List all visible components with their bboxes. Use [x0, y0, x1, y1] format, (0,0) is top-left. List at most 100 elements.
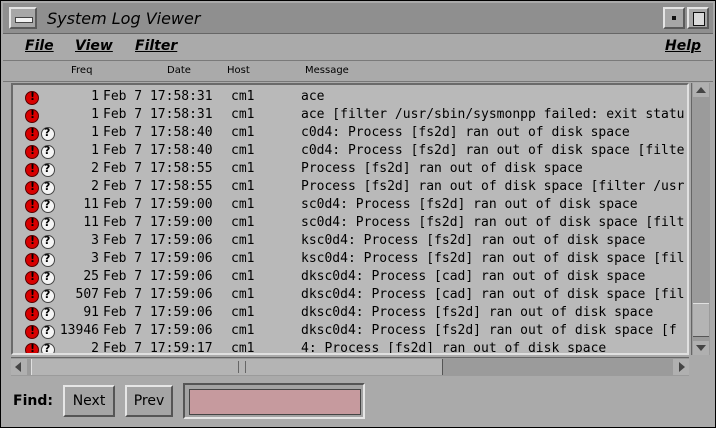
log-date: Feb 7 17:58:55	[103, 179, 213, 194]
question-icon	[41, 126, 55, 141]
error-icon	[25, 306, 39, 321]
log-host: cm1	[231, 197, 255, 212]
log-date: Feb 7 17:59:00	[103, 197, 213, 212]
log-row[interactable]: 1 Feb 7 17:58:40 cm1 c0d4: Process [fs2d] r…	[13, 125, 687, 143]
log-row[interactable]: 1 Feb 7 17:58:31 cm1 ace [filter /usr/sbin/…	[13, 107, 687, 125]
maximize-button[interactable]	[687, 7, 709, 29]
log-row[interactable]: 1 Feb 7 17:58:31 cm1 ace	[13, 89, 687, 107]
log-host: cm1	[231, 89, 255, 104]
find-label: Find:	[13, 393, 53, 409]
log-message: Process [fs2d] ran out of disk space [fi…	[301, 179, 685, 194]
log-row[interactable]: 25 Feb 7 17:59:06 cm1 dksc0d4: Process [cad…	[13, 269, 687, 287]
question-icon	[41, 180, 55, 195]
question-icon	[41, 306, 55, 321]
error-icon	[25, 324, 39, 339]
log-row[interactable]: 2 Feb 7 17:58:55 cm1 Process [fs2d] ran out…	[13, 179, 687, 197]
vertical-scroll-thumb[interactable]	[693, 303, 709, 337]
log-message: sc0d4: Process [fs2d] ran out of disk sp…	[301, 215, 685, 230]
log-date: Feb 7 17:59:06	[103, 287, 213, 302]
log-row[interactable]: 11 Feb 7 17:59:00 cm1 sc0d4: Process [fs2d]…	[13, 215, 687, 233]
question-icon	[41, 252, 55, 267]
system-log-viewer-window: System Log Viewer File View Filter Help …	[0, 0, 716, 428]
column-header-message: Message	[305, 65, 349, 76]
log-host: cm1	[231, 341, 255, 355]
window-menu-button[interactable]	[9, 7, 37, 29]
log-row[interactable]: 11 Feb 7 17:59:00 cm1 sc0d4: Process [fs2d]…	[13, 197, 687, 215]
log-freq: 1	[91, 89, 99, 104]
window-menu-icon	[15, 17, 33, 23]
scroll-grip-icon	[238, 361, 246, 373]
question-icon	[41, 324, 55, 339]
window-title: System Log Viewer	[47, 9, 201, 28]
log-row[interactable]: 507 Feb 7 17:59:06 cm1 dksc0d4: Process [ca…	[13, 287, 687, 305]
horizontal-scrollbar[interactable]	[11, 357, 689, 376]
log-freq: 13946	[59, 323, 99, 338]
log-list[interactable]: 1 Feb 7 17:58:31 cm1 ace 1 Feb 7 17:58:31 cm1 a…	[11, 83, 689, 355]
log-row[interactable]: 2 Feb 7 17:58:55 cm1 Process [fs2d] ran out…	[13, 161, 687, 179]
log-row[interactable]: 13946 Feb 7 17:59:06 cm1 dksc0d4: Process […	[13, 323, 687, 341]
log-freq: 3	[91, 251, 99, 266]
question-icon	[41, 216, 55, 231]
menu-help[interactable]: Help	[665, 38, 701, 54]
horizontal-scroll-thumb[interactable]	[31, 359, 443, 375]
scroll-right-arrow-icon[interactable]	[673, 359, 689, 375]
log-row[interactable]: 3 Feb 7 17:59:06 cm1 ksc0d4: Process [fs2d]…	[13, 233, 687, 251]
log-message: 4: Process [fs2d] ran out of disk space	[301, 341, 607, 355]
question-icon	[41, 342, 55, 353]
log-freq: 91	[83, 305, 99, 320]
log-row[interactable]: 1 Feb 7 17:58:40 cm1 c0d4: Process [fs2d] r…	[13, 143, 687, 161]
log-freq: 1	[91, 107, 99, 122]
log-date: Feb 7 17:58:31	[103, 107, 213, 122]
error-icon	[25, 342, 39, 353]
log-date: Feb 7 17:59:17	[103, 341, 213, 355]
log-row[interactable]: 91 Feb 7 17:59:06 cm1 dksc0d4: Process [fs2…	[13, 305, 687, 323]
log-freq: 11	[83, 197, 99, 212]
log-date: Feb 7 17:58:40	[103, 125, 213, 140]
log-message: c0d4: Process [fs2d] ran out of disk spa…	[301, 125, 630, 140]
error-icon	[25, 252, 39, 267]
menu-filter[interactable]: Filter	[135, 38, 177, 54]
log-row[interactable]: 3 Feb 7 17:59:06 cm1 ksc0d4: Process [fs2d]…	[13, 251, 687, 269]
log-message: dksc0d4: Process [cad] ran out of disk s…	[301, 287, 685, 302]
log-freq: 1	[91, 125, 99, 140]
error-icon	[25, 108, 39, 123]
title-bar[interactable]: System Log Viewer	[3, 3, 713, 34]
log-date: Feb 7 17:59:06	[103, 269, 213, 284]
menu-bar: File View Filter Help	[3, 34, 713, 61]
error-icon	[25, 90, 39, 105]
error-icon	[25, 288, 39, 303]
log-message: ksc0d4: Process [fs2d] ran out of disk s…	[301, 251, 685, 266]
vertical-scrollbar[interactable]	[691, 83, 710, 355]
log-freq: 2	[91, 161, 99, 176]
scroll-left-arrow-icon[interactable]	[11, 359, 27, 375]
log-host: cm1	[231, 125, 255, 140]
error-icon	[25, 198, 39, 213]
menu-view[interactable]: View	[75, 38, 113, 54]
log-freq: 507	[75, 287, 99, 302]
question-icon	[41, 144, 55, 159]
log-host: cm1	[231, 107, 255, 122]
column-headers: Freq Date Host Message	[3, 61, 713, 82]
prev-button[interactable]: Prev	[125, 385, 173, 417]
find-input[interactable]	[183, 383, 365, 419]
log-row[interactable]: 2 Feb 7 17:59:17 cm1 4: Process [fs2d] ran …	[13, 341, 687, 355]
next-button[interactable]: Next	[63, 385, 115, 417]
scroll-up-arrow-icon[interactable]	[693, 83, 709, 97]
log-message: c0d4: Process [fs2d] ran out of disk spa…	[301, 143, 685, 158]
log-host: cm1	[231, 233, 255, 248]
log-message: ksc0d4: Process [fs2d] ran out of disk s…	[301, 233, 646, 248]
minimize-button[interactable]	[663, 7, 685, 29]
column-header-host: Host	[227, 65, 250, 76]
log-date: Feb 7 17:59:06	[103, 323, 213, 338]
menu-file[interactable]: File	[25, 38, 54, 54]
error-icon	[25, 126, 39, 141]
question-icon	[41, 270, 55, 285]
error-icon	[25, 234, 39, 249]
log-host: cm1	[231, 161, 255, 176]
log-date: Feb 7 17:59:00	[103, 215, 213, 230]
log-date: Feb 7 17:59:06	[103, 305, 213, 320]
scroll-down-arrow-icon[interactable]	[693, 341, 709, 355]
column-header-freq: Freq	[71, 65, 93, 76]
find-input-field[interactable]	[189, 389, 361, 415]
log-host: cm1	[231, 215, 255, 230]
